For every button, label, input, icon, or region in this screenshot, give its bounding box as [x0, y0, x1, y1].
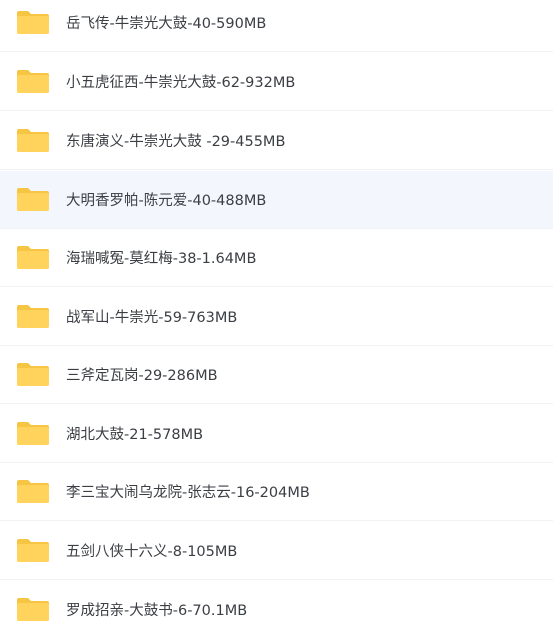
file-row-10[interactable]: 罗成招亲-大鼓书-6-70.1MB [0, 580, 553, 622]
folder-icon [16, 69, 50, 94]
file-name[interactable]: 李三宝大闹乌龙院-张志云-16-204MB [66, 481, 310, 502]
file-name[interactable]: 五剑八侠十六义-8-105MB [66, 540, 237, 561]
folder-icon [16, 538, 50, 563]
folder-icon [16, 304, 50, 329]
file-name[interactable]: 湖北大鼓-21-578MB [66, 423, 203, 444]
file-row-1[interactable]: 小五虎征西-牛崇光大鼓-62-932MB [0, 53, 553, 111]
folder-icon [16, 597, 50, 622]
file-name[interactable]: 岳飞传-牛崇光大鼓-40-590MB [66, 12, 266, 33]
file-name[interactable]: 罗成招亲-大鼓书-6-70.1MB [66, 599, 247, 620]
file-row-9[interactable]: 五剑八侠十六义-8-105MB [0, 522, 553, 580]
file-name[interactable]: 大明香罗帕-陈元爱-40-488MB [66, 189, 266, 210]
file-name[interactable]: 三斧定瓦岗-29-286MB [66, 364, 218, 385]
folder-icon [16, 362, 50, 387]
file-name[interactable]: 小五虎征西-牛崇光大鼓-62-932MB [66, 71, 295, 92]
file-list: 岳飞传-牛崇光大鼓-40-590MB 小五虎征西-牛崇光大鼓-62-932MB … [0, 0, 553, 622]
file-row-0[interactable]: 岳飞传-牛崇光大鼓-40-590MB [0, 0, 553, 52]
folder-icon [16, 245, 50, 270]
folder-icon [16, 187, 50, 212]
file-row-8[interactable]: 李三宝大闹乌龙院-张志云-16-204MB [0, 463, 553, 521]
folder-icon [16, 479, 50, 504]
file-row-5[interactable]: 战军山-牛崇光-59-763MB [0, 288, 553, 346]
file-row-7[interactable]: 湖北大鼓-21-578MB [0, 405, 553, 463]
file-name[interactable]: 战军山-牛崇光-59-763MB [66, 306, 237, 327]
folder-icon [16, 421, 50, 446]
folder-icon [16, 10, 50, 35]
folder-icon [16, 128, 50, 153]
file-name[interactable]: 海瑞喊冤-莫红梅-38-1.64MB [66, 247, 256, 268]
file-row-3[interactable]: 大明香罗帕-陈元爱-40-488MB [0, 171, 553, 229]
file-row-4[interactable]: 海瑞喊冤-莫红梅-38-1.64MB [0, 229, 553, 287]
file-row-2[interactable]: 东唐演义-牛崇光大鼓 -29-455MB [0, 112, 553, 170]
file-name[interactable]: 东唐演义-牛崇光大鼓 -29-455MB [66, 130, 285, 151]
file-row-6[interactable]: 三斧定瓦岗-29-286MB [0, 346, 553, 404]
